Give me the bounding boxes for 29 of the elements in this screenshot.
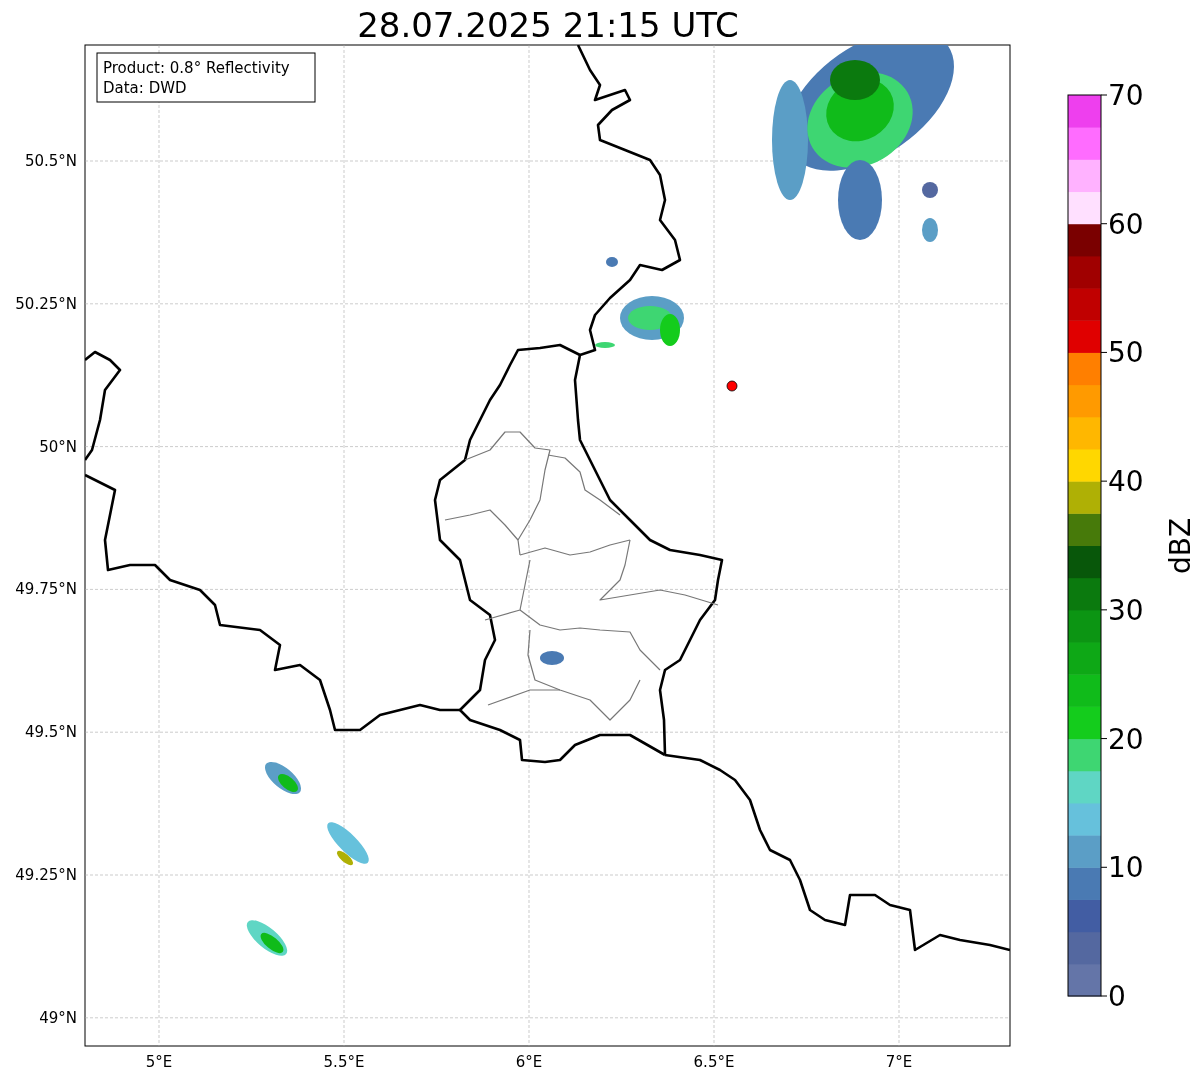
precipitation-echo	[246, 920, 288, 956]
colorbar-label: dBZ	[1164, 517, 1197, 575]
longitude-label: 7°E	[885, 1053, 913, 1071]
longitude-label: 5°E	[145, 1053, 173, 1071]
longitude-label: 5.5°E	[323, 1053, 365, 1071]
colorbar-tick-label: 70	[1108, 79, 1144, 112]
info-text: Data: DWD	[103, 79, 187, 97]
latitude-label: 50°N	[39, 437, 77, 456]
colorbar-tick-label: 30	[1108, 593, 1144, 627]
precipitation-echo	[264, 761, 302, 795]
colorbar-tick-label: 60	[1108, 207, 1144, 241]
radar-site-marker	[726, 380, 738, 392]
colorbar-tick-label: 50	[1108, 336, 1144, 370]
latitude-label: 49°N	[39, 1008, 77, 1027]
longitude-label: 6.5°E	[693, 1053, 735, 1071]
colorbar-tick-label: 10	[1108, 851, 1144, 885]
latitude-label: 49.25°N	[15, 866, 77, 884]
chart-title: 28.07.2025 21:15 UTC	[357, 5, 739, 45]
longitude-label: 6°E	[515, 1053, 543, 1071]
colorbar-tick-label: 20	[1108, 722, 1144, 756]
latitude-label: 49.75°N	[15, 580, 77, 599]
info-text: Product: 0.8° Reflectivity	[103, 59, 290, 77]
precipitation-echo	[540, 651, 564, 665]
latitude-label: 50.5°N	[24, 152, 77, 170]
colorbar-tick-label: 0	[1108, 980, 1126, 1013]
colorbar-tick-label: 40	[1108, 465, 1144, 499]
precipitation-echo	[327, 822, 369, 866]
latitude-label: 50.25°N	[15, 294, 77, 313]
latitude-label: 49.5°N	[24, 723, 77, 742]
